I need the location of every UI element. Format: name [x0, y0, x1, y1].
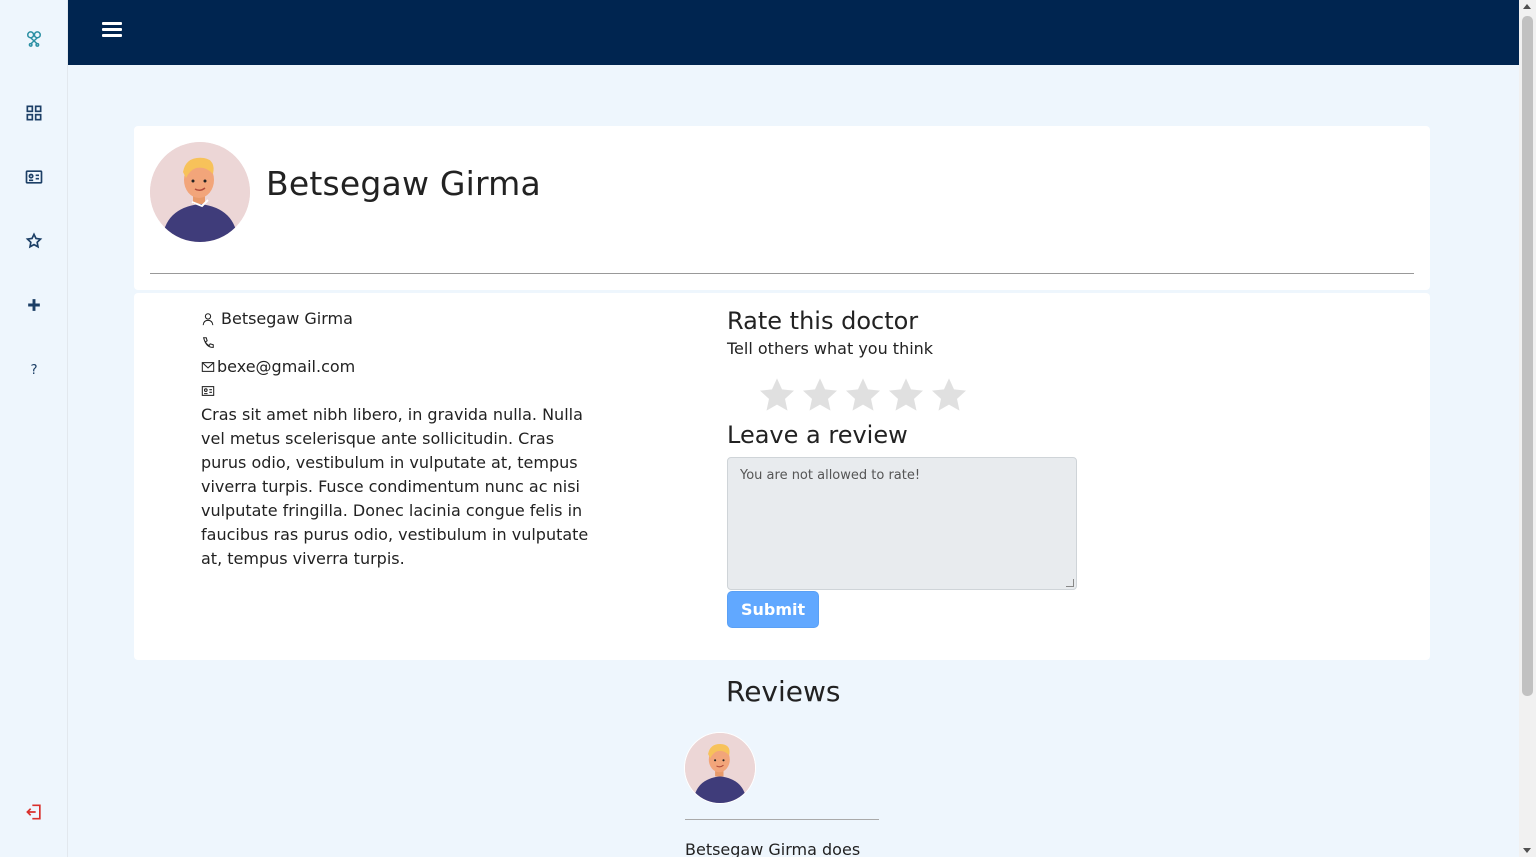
user-icon: [202, 313, 214, 326]
star-3-icon[interactable]: [843, 375, 883, 415]
doctor-avatar: [150, 142, 250, 242]
top-navbar: [68, 0, 1519, 65]
plus-icon[interactable]: [22, 293, 46, 317]
rating-section: Rate this doctor Tell others what you th…: [727, 305, 1127, 628]
bio-label-row: [201, 379, 603, 403]
logout-icon[interactable]: [22, 800, 46, 824]
id-card-icon[interactable]: [22, 165, 46, 189]
hamburger-icon[interactable]: [102, 22, 122, 40]
review-textarea[interactable]: You are not allowed to rate!: [727, 457, 1077, 590]
help-icon[interactable]: ?: [22, 357, 46, 381]
scroll-thumb[interactable]: [1522, 16, 1533, 696]
star-1-icon[interactable]: [757, 375, 797, 415]
review-divider: [685, 819, 879, 820]
contact-name: Betsegaw Girma: [221, 309, 353, 328]
id-card-icon: [201, 386, 215, 396]
name-row: Betsegaw Girma: [201, 307, 603, 331]
divider: [150, 273, 1414, 274]
scroll-up-icon[interactable]: [1523, 4, 1531, 9]
email-row: bexe@gmail.com: [201, 355, 603, 379]
phone-icon: [202, 337, 214, 348]
sidebar: ?: [0, 0, 68, 857]
star-icon[interactable]: [22, 229, 46, 253]
doctor-header-card: Betsegaw Girma: [134, 126, 1430, 290]
scroll-down-icon[interactable]: [1523, 848, 1531, 853]
leave-review-title: Leave a review: [727, 421, 908, 449]
rate-title: Rate this doctor: [727, 307, 919, 335]
doctor-bio: Cras sit amet nibh libero, in gravida nu…: [201, 405, 589, 568]
doctor-detail-card: Betsegaw Girma bexe@gmail.com Cras sit a…: [134, 293, 1430, 660]
logo-icon[interactable]: [22, 27, 46, 51]
email-value: bexe@gmail.com: [217, 357, 356, 376]
envelope-icon: [201, 362, 215, 372]
star-4-icon[interactable]: [886, 375, 926, 415]
star-rating: [757, 375, 1127, 415]
star-5-icon[interactable]: [929, 375, 969, 415]
star-2-icon[interactable]: [800, 375, 840, 415]
submit-button[interactable]: Submit: [727, 591, 820, 628]
page-scrollbar[interactable]: [1519, 0, 1536, 857]
doctor-name-title: Betsegaw Girma: [266, 164, 541, 203]
resize-handle[interactable]: [1066, 579, 1074, 587]
review-text: Betsegaw Girma does: [685, 840, 861, 857]
reviewer-avatar: [685, 733, 755, 803]
reviews-title: Reviews: [726, 675, 841, 708]
review-placeholder: You are not allowed to rate!: [740, 468, 921, 483]
dashboard-grid-icon[interactable]: [22, 101, 46, 125]
phone-row: [201, 331, 603, 355]
rate-subtitle: Tell others what you think: [727, 339, 934, 358]
svg-text:?: ?: [30, 363, 37, 378]
doctor-info: Betsegaw Girma bexe@gmail.com Cras sit a…: [201, 307, 603, 571]
